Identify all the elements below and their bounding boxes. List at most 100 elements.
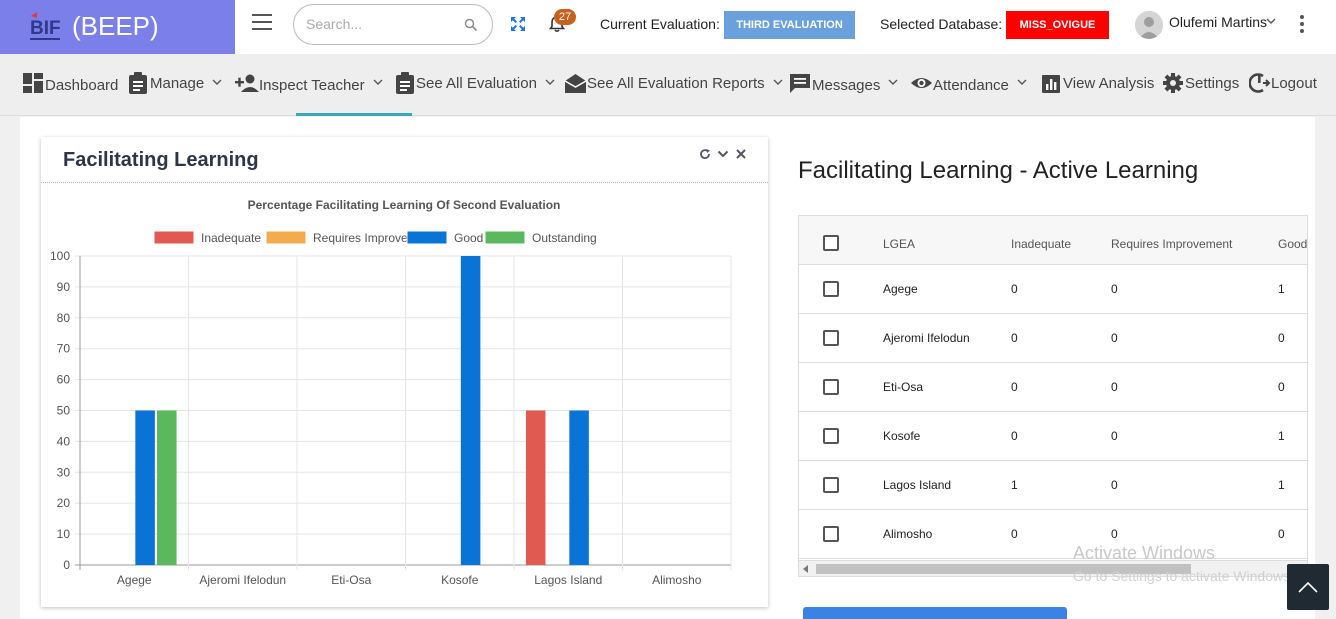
cell-lgea: Eti-Osa	[883, 380, 924, 394]
table-row[interactable]: Agege 0 0 1	[799, 265, 1307, 314]
legend-swatch	[406, 230, 448, 245]
current-evaluation-button[interactable]: THIRD EVALUATION	[724, 11, 855, 39]
nav-manage-label: Manage	[150, 75, 205, 92]
cell-inadequate: 0	[1011, 429, 1018, 443]
y-tick-label: 80	[57, 311, 71, 325]
card-tools	[699, 148, 747, 160]
cell-good: 0	[1278, 331, 1285, 345]
x-tick-label: Lagos Island	[534, 573, 602, 587]
legend-item[interactable]: Good	[406, 230, 483, 245]
chevron-down-icon[interactable]	[1266, 17, 1276, 25]
legend-item[interactable]: Inadequate	[153, 230, 261, 245]
legend-label: Outstanding	[532, 231, 597, 245]
brand-title: (BEEP)	[72, 11, 159, 41]
column-header-good[interactable]: Good	[1278, 237, 1307, 251]
select-all-checkbox[interactable]	[823, 235, 839, 251]
selected-database-button[interactable]: MISS_OVIGUE	[1006, 11, 1109, 39]
cell-requires-improvement: 0	[1111, 282, 1118, 296]
bar[interactable]	[460, 256, 481, 565]
data-table: LGEA Inadequate Requires Improvement Goo…	[798, 215, 1308, 577]
nav-logout[interactable]: Logout	[1249, 72, 1317, 98]
nav-see-all-evaluation-label: See All Evaluation	[416, 75, 537, 92]
cell-good: 1	[1278, 282, 1285, 296]
scroll-to-top-button[interactable]	[1287, 564, 1329, 610]
cell-lgea: Ajeromi Ifelodun	[883, 331, 970, 345]
collapse-icon[interactable]	[717, 148, 729, 160]
chart-legend: Inadequate Requires Improvement Good Outsta…	[153, 230, 597, 245]
person-add-icon	[235, 74, 259, 92]
chevron-up-icon	[1298, 581, 1318, 593]
current-evaluation-label: Current Evaluation:	[600, 16, 720, 32]
scroll-left-arrow-icon[interactable]	[803, 565, 808, 573]
nav-manage[interactable]: Manage	[128, 72, 222, 98]
more-vert-icon[interactable]	[1300, 15, 1306, 35]
nav-view-analysis-label: View Analysis	[1063, 75, 1155, 92]
nav-dashboard[interactable]: Dashboard	[22, 72, 118, 98]
column-header-inadequate[interactable]: Inadequate	[1011, 237, 1071, 251]
column-header-requires-improvement[interactable]: Requires Improvement	[1111, 237, 1232, 251]
cell-lgea: Lagos Island	[883, 478, 952, 492]
card-title: Facilitating Learning	[63, 149, 259, 171]
nav-see-all-evaluation[interactable]: See All Evaluation	[395, 72, 555, 98]
search-icon[interactable]	[464, 18, 478, 32]
table-header: LGEA Inadequate Requires Improvement Goo…	[799, 216, 1307, 265]
user-name[interactable]: Olufemi Martins	[1169, 14, 1267, 30]
chart-x-labels: Agege Ajeromi Ifelodun Eti-Osa Kosofe Lagos …	[117, 573, 702, 587]
brand-area[interactable]: BIF (BEEP)	[0, 0, 235, 54]
nav-see-all-evaluation-reports[interactable]: See All Evaluation Reports	[564, 72, 783, 98]
row-checkbox[interactable]	[823, 379, 839, 395]
search-box[interactable]	[293, 4, 493, 45]
row-checkbox[interactable]	[823, 281, 839, 297]
nav-messages[interactable]: Messages	[789, 72, 898, 98]
cell-lgea: Alimosho	[883, 527, 933, 541]
table-row[interactable]: Alimosho 0 0 0	[799, 510, 1307, 559]
cell-requires-improvement: 0	[1111, 331, 1118, 345]
row-checkbox[interactable]	[823, 477, 839, 493]
nav-messages-label: Messages	[812, 77, 881, 94]
drafts-icon	[564, 74, 587, 93]
legend-swatch	[484, 230, 526, 245]
x-tick-label: Kosofe	[441, 573, 479, 587]
row-checkbox[interactable]	[823, 526, 839, 542]
table-row[interactable]: Eti-Osa 0 0 0	[799, 363, 1307, 412]
table-row[interactable]: Ajeromi Ifelodun 0 0 0	[799, 314, 1307, 363]
column-header-lgea[interactable]: LGEA	[883, 237, 915, 251]
table-row[interactable]: Kosofe 0 0 1	[799, 412, 1307, 461]
cell-requires-improvement: 0	[1111, 429, 1118, 443]
cell-inadequate: 0	[1011, 380, 1018, 394]
y-tick-label: 50	[57, 404, 71, 418]
nav-inspect-teacher[interactable]: Inspect Teacher	[235, 72, 383, 98]
windows-watermark-subtitle: Go to Settings to activate Windows.	[1073, 568, 1294, 584]
cell-inadequate: 0	[1011, 282, 1018, 296]
y-tick-label: 70	[57, 342, 71, 356]
search-input[interactable]	[306, 16, 456, 32]
fullscreen-icon[interactable]	[510, 16, 526, 32]
y-tick-label: 60	[57, 373, 71, 387]
row-checkbox[interactable]	[823, 330, 839, 346]
nav-settings[interactable]: Settings	[1162, 72, 1239, 98]
legend-swatch	[153, 230, 195, 245]
table-row[interactable]: Lagos Island 1 0 1	[799, 461, 1307, 510]
legend-swatch	[265, 230, 307, 245]
bar[interactable]	[135, 410, 155, 566]
avatar[interactable]	[1135, 11, 1163, 39]
nav-view-analysis[interactable]: View Analysis	[1041, 72, 1154, 98]
brand-logo: BIF	[30, 12, 61, 40]
action-button[interactable]	[803, 607, 1067, 619]
refresh-icon[interactable]	[699, 148, 711, 160]
bar[interactable]	[525, 410, 546, 566]
clipboard-icon	[396, 72, 414, 94]
menu-toggle-icon[interactable]	[252, 14, 272, 32]
x-tick-label: Alimosho	[652, 573, 702, 587]
nav-attendance[interactable]: Attendance	[910, 72, 1027, 98]
row-checkbox[interactable]	[823, 428, 839, 444]
close-icon[interactable]	[735, 148, 747, 160]
notification-badge: 27	[554, 9, 576, 25]
chevron-down-icon	[888, 79, 898, 85]
cell-lgea: Agege	[883, 282, 918, 296]
bar[interactable]	[157, 410, 177, 566]
legend-item[interactable]: Outstanding	[484, 230, 597, 245]
y-tick-label: 100	[50, 249, 70, 263]
main-nav: Dashboard Manage Inspect Teacher See All…	[0, 54, 1336, 116]
bar[interactable]	[569, 410, 589, 566]
